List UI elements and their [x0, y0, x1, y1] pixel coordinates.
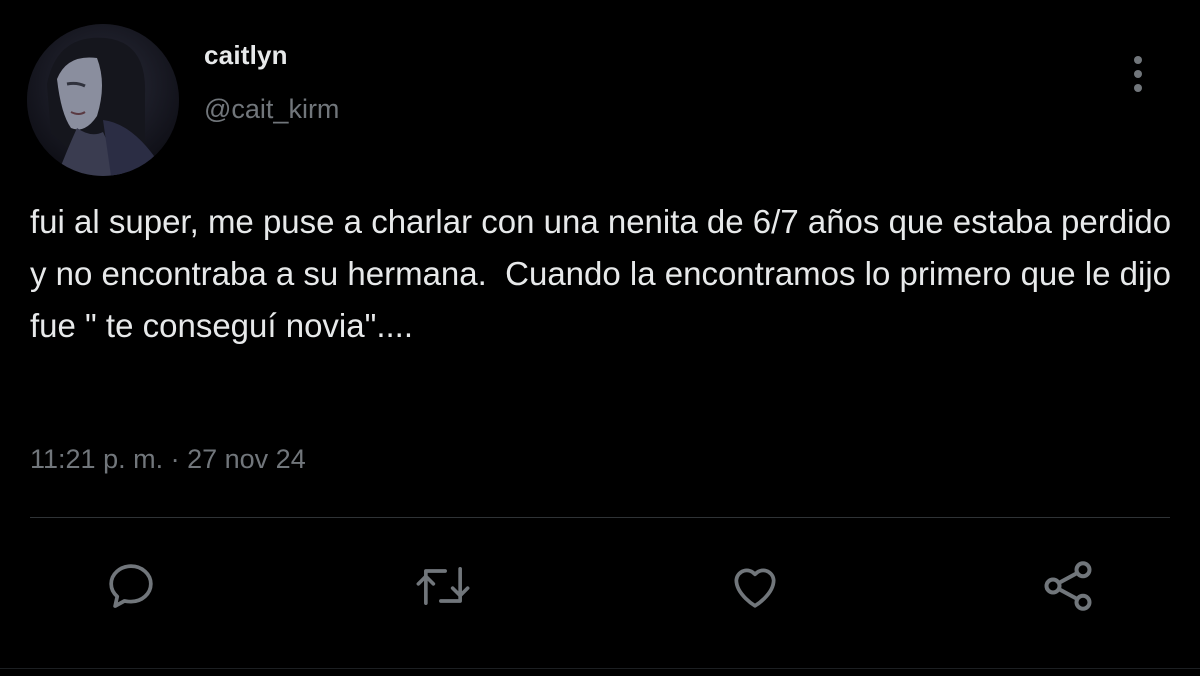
share-button[interactable] — [1038, 556, 1098, 616]
tweet-text: fui al super, me puse a charlar con una … — [30, 203, 1181, 344]
bottom-divider — [0, 668, 1200, 669]
avatar[interactable] — [27, 24, 179, 176]
share-icon — [1044, 561, 1092, 611]
tweet-card: caitlyn @cait_kirm fui al super, me puse… — [0, 0, 1200, 676]
tweet-date: 27 nov 24 — [187, 444, 306, 474]
tweet-timestamp[interactable]: 11:21 p. m. · 27 nov 24 — [30, 444, 306, 475]
more-options-icon[interactable] — [1120, 52, 1156, 96]
display-name[interactable]: caitlyn — [204, 40, 288, 71]
divider — [30, 517, 1170, 518]
reply-button[interactable] — [101, 556, 161, 616]
meta-separator: · — [170, 444, 180, 474]
reply-icon — [109, 564, 153, 608]
like-icon — [734, 568, 776, 608]
like-button[interactable] — [725, 556, 785, 616]
retweet-icon — [416, 567, 470, 605]
user-handle[interactable]: @cait_kirm — [204, 94, 339, 125]
retweet-button[interactable] — [413, 556, 473, 616]
tweet-time: 11:21 p. m. — [30, 444, 164, 474]
